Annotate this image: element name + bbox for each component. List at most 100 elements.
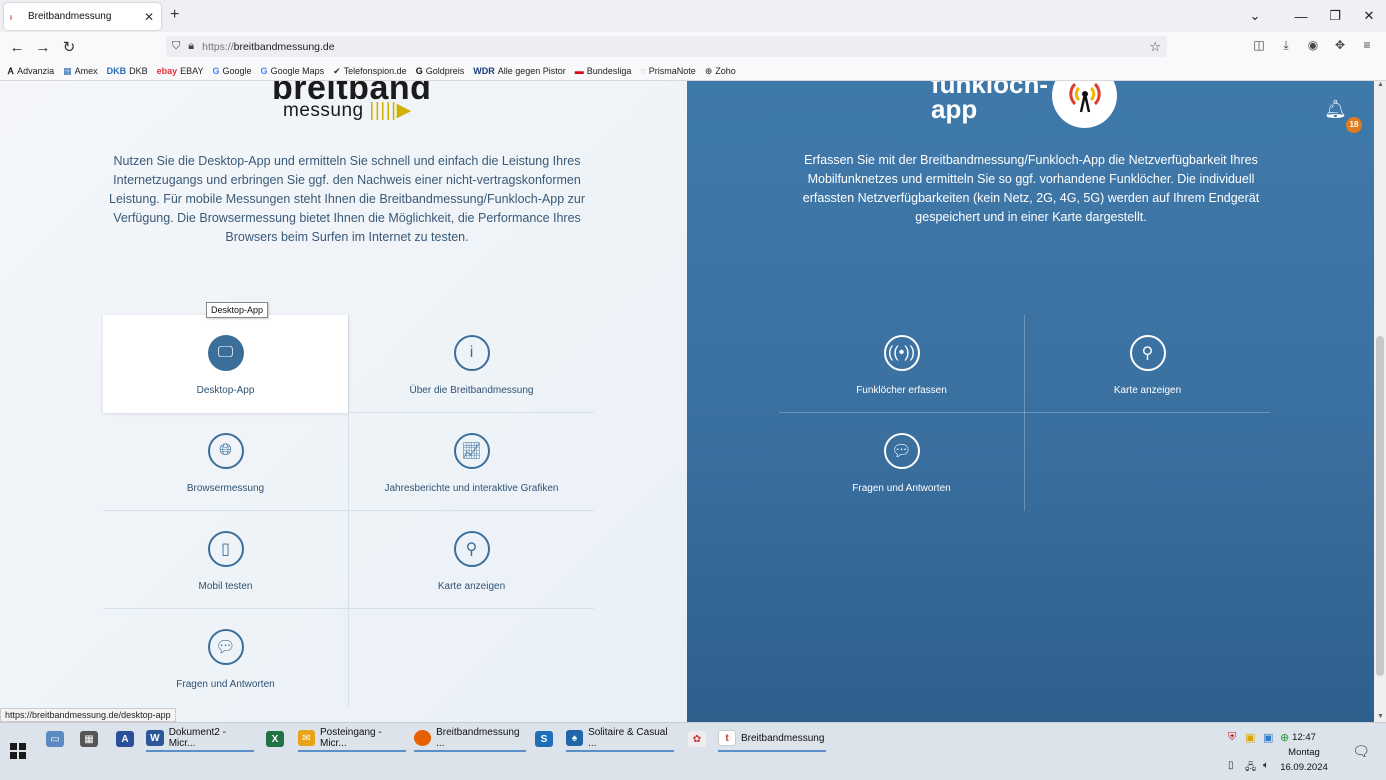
scroll-up-icon[interactable]: ▲ [1377,81,1384,88]
tab-bar: ᵼ Breitbandmessung ✕ + ⌄ — ❐ ✕ [0,0,1386,32]
bookmark-favicon-icon: Ꭺ [8,65,15,76]
menu-icon[interactable]: ≡ [1358,38,1376,53]
bookmark-item[interactable]: ▦ Amex [63,66,98,77]
forward-button[interactable]: → [30,39,56,56]
map-tile[interactable]: ⚲ Karte anzeigen [349,511,594,609]
scroll-down-icon[interactable]: ▼ [1377,713,1384,720]
bookmark-favicon-icon: WDR [473,66,495,76]
taskbar-icon-s[interactable]: S [535,726,558,752]
browser-test-tile[interactable]: 🌐︎ Browsermessung [103,413,348,511]
bookmark-item[interactable]: G Google [213,66,252,76]
tile-label: Jahresberichte und interaktive Grafiken [384,483,559,494]
faq-tile[interactable]: 💬︎ Fragen und Antworten [103,609,348,707]
bookmark-favicon-icon: ▦ [63,65,72,76]
windows-start-icon[interactable] [10,743,26,759]
list-tabs-icon[interactable]: ⌄ [1238,8,1272,24]
back-button[interactable]: ← [4,39,30,56]
notification-bell-icon[interactable]: 🔔︎ 18 [1324,99,1362,133]
tray-icon-3[interactable]: ▣ [1263,731,1273,744]
chat-icon: 💬︎ [207,629,244,665]
volume-icon[interactable]: 🔈︎ [1263,760,1269,771]
taskbar-word[interactable]: W Dokument2 - Micr... [146,726,254,752]
reports-tile[interactable]: 📈︎ Jahresberichte und interaktive Grafik… [349,413,594,511]
firefox-icon [414,730,432,746]
windows-taskbar: ▭ ▦ A W Dokument2 - Micr... X ✉ Posteingan… [0,722,1386,780]
mobile-test-tile[interactable]: ▯ Mobil testen [103,511,348,609]
taskbar-icon-paint[interactable]: ✿ [688,726,711,752]
bookmark-item[interactable]: DKB DKB [107,66,148,76]
url-text: https://breitbandmessung.de [202,40,335,53]
excel-icon[interactable]: X [266,726,289,752]
map-pin-icon: ⚲ [1129,335,1166,371]
calculator-icon[interactable]: ▦ [80,726,103,752]
tile-label: Mobil testen [198,581,253,592]
restore-button[interactable]: ❐ [1318,8,1352,24]
breitbandmessung-section: breitband messung |||||▶ Nutzen Sie die … [0,81,687,722]
tab-breitbandmessung[interactable]: ᵼ Breitbandmessung ✕ [4,3,161,30]
usb-tray-icon[interactable]: ▯ [1228,760,1234,771]
pocket-icon[interactable]: ◫ [1250,38,1268,53]
notification-count: 18 [1346,117,1362,133]
tooltip: Desktop-App [206,302,269,318]
minimize-button[interactable]: — [1284,9,1318,24]
bookmark-favicon-icon: G [212,66,220,76]
tile-label: Fragen und Antworten [176,679,275,690]
bookmark-item[interactable]: G Google Maps [261,66,325,76]
left-description: Nutzen Sie die Desktop-App und ermitteln… [109,154,585,244]
extensions-icon[interactable]: ✥ [1331,38,1349,53]
tile-label: Fragen und Antworten [852,483,951,494]
bookmark-item[interactable]: G Goldpreis [416,66,465,76]
bookmark-item[interactable]: ebay EBAY [157,66,204,76]
lock-icon[interactable]: 🔒︎ [188,40,194,53]
bookmark-item[interactable]: ⊕ Zoho [705,66,736,77]
bookmark-label: PrismaNote [648,66,696,76]
taskbar-breitbandmessung[interactable]: t Breitbandmessung [718,726,826,752]
downloads-icon[interactable]: ⤓ [1277,38,1295,53]
chat-icon: 💬︎ [883,433,920,469]
tile-label: Über die Breitbandmessung [409,385,534,396]
security-tray-icon[interactable]: ⛨ [1228,731,1236,744]
taskbar-firefox[interactable]: Breitbandmessung ... [414,726,526,752]
account-icon[interactable]: ◉ [1304,38,1322,53]
bookmark-favicon-icon: G [260,66,268,76]
tile-label: Karte anzeigen [1113,385,1182,396]
status-bar-url: https://breitbandmessung.de/desktop-app [0,708,176,722]
bookmark-item[interactable]: Ꭺ Advanzia [8,66,54,77]
bookmark-favicon-icon: ⊕ [704,65,713,76]
taskbar-icon-1[interactable]: ▭ [46,726,69,752]
desktop-app-tile[interactable]: 🖵︎ Desktop-App [103,315,348,413]
about-tile[interactable]: i Über die Breitbandmessung [349,315,594,413]
antenna-logo-icon [1052,81,1117,128]
taskbar-solitaire[interactable]: ♠ Solitaire & Casual ... [566,726,674,752]
close-window-button[interactable]: ✕ [1352,8,1386,24]
close-tab-icon[interactable]: ✕ [143,10,155,24]
bookmark-label: Bundesliga [586,66,632,76]
folder-tray-icon[interactable]: ▣ [1245,731,1255,744]
tab-favicon-icon: ᵼ [10,11,12,22]
taskbar-icon-3[interactable]: A [116,726,139,752]
bookmark-favicon-icon: ebay [156,66,178,76]
new-tab-button[interactable]: + [170,7,179,23]
network-icon[interactable]: 🖧︎ [1245,760,1256,777]
bookmark-label: Advanzia [17,66,55,76]
bookmark-star-icon[interactable]: ☆ [1149,39,1161,55]
page-scrollbar[interactable]: ▲ ▼ [1374,81,1386,722]
logo-messung: messung |||||▶ [283,100,412,121]
scrollbar-thumb[interactable] [1376,336,1384,676]
funkloch-faq-tile[interactable]: 💬︎ Fragen und Antworten [779,413,1024,511]
address-bar[interactable]: ⛉ 🔒︎ https://breitbandmessung.de ☆ [166,36,1167,57]
bookmark-favicon-icon: ▬ [574,66,584,76]
reload-button[interactable]: ↻ [56,38,82,56]
taskbar-outlook[interactable]: ✉ Posteingang - Micr... [298,726,406,752]
notification-center-icon[interactable]: 🗨︎ [1352,743,1370,760]
bookmark-item[interactable]: WDR Alle gegen Pistor [473,66,566,76]
bookmark-item[interactable]: ▬ Bundesliga [575,66,632,76]
tile-label: Browsermessung [186,483,265,494]
funkloch-map-tile[interactable]: ⚲ Karte anzeigen [1025,315,1270,413]
cards-icon: ♠ [566,730,584,746]
clock[interactable]: 12:47 Montag 16.09.2024 [1274,730,1334,775]
bookmark-item[interactable]: ◌ PrismaNote [640,66,695,76]
funkloch-record-tile[interactable]: ((•)) Funklöcher erfassen [779,315,1024,413]
shield-icon[interactable]: ⛉ [172,40,180,53]
bookmark-item[interactable]: ✔ Telefonspion.de [333,66,407,77]
